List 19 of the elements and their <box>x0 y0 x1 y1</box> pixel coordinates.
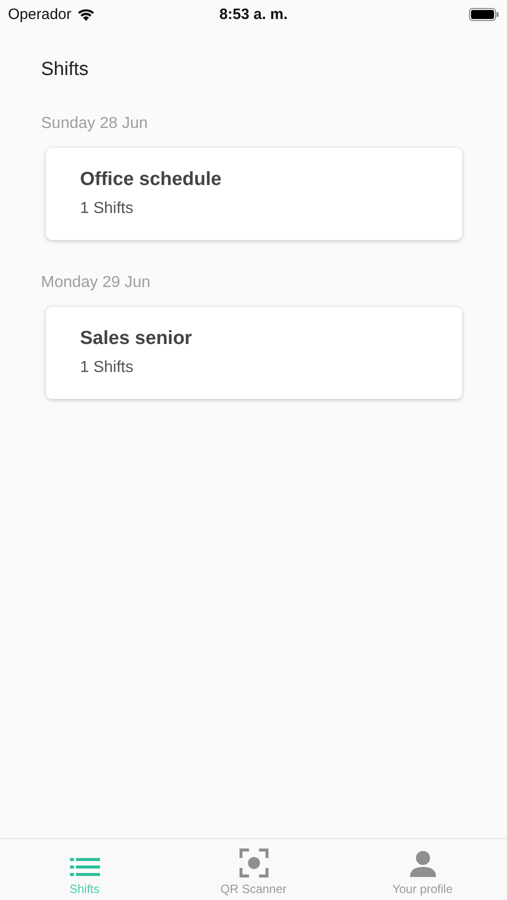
carrier-name: Operador <box>8 6 72 22</box>
card-subtitle: 1 Shifts <box>80 200 134 218</box>
card-subtitle: 1 Shifts <box>80 359 134 377</box>
tab[interactable]: Your profile <box>338 839 507 900</box>
battery-icon <box>469 8 499 20</box>
list-icon <box>70 856 100 878</box>
wifi-icon <box>77 8 96 20</box>
date-heading: Monday 29 Jun <box>41 274 152 292</box>
status-time: 8:53 a. m. <box>219 6 288 22</box>
card-title: Office schedule <box>80 169 222 191</box>
shift-card[interactable]: Office schedule 1 Shifts <box>46 148 462 240</box>
person-icon <box>408 850 436 878</box>
date-heading: Sunday 28 Jun <box>41 115 149 133</box>
tab[interactable]: Shifts <box>0 839 169 900</box>
tab[interactable]: QR Scanner <box>169 839 338 900</box>
card-title: Sales senior <box>80 328 193 350</box>
shift-card[interactable]: Sales senior 1 Shifts <box>46 307 462 399</box>
page-title: Shifts <box>41 59 90 81</box>
scanner-icon <box>238 848 268 878</box>
